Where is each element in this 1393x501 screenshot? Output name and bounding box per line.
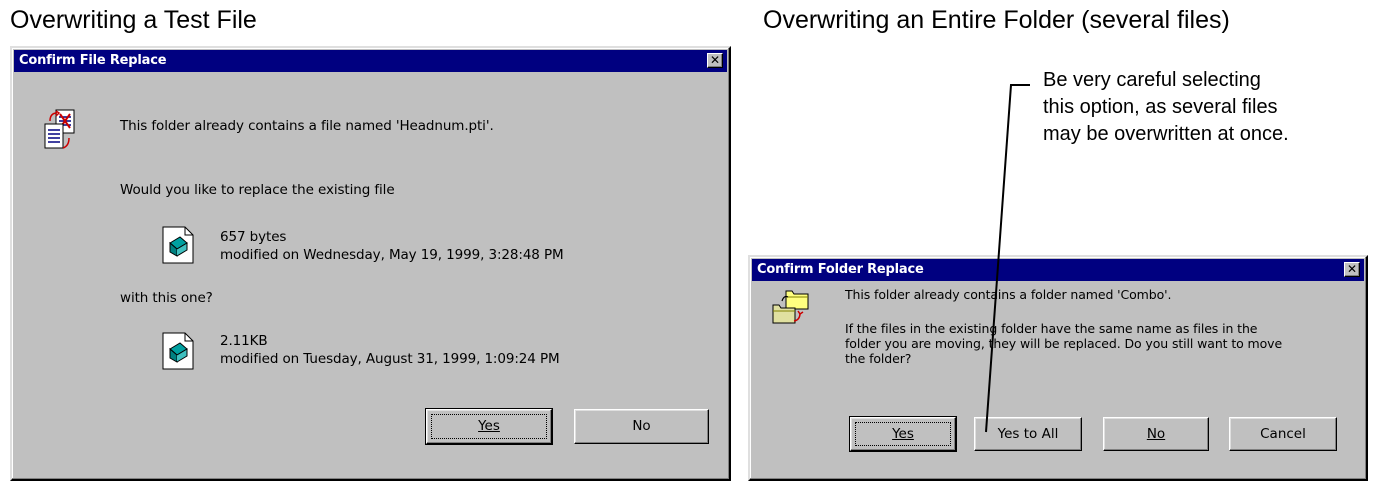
annotation-callout-line bbox=[985, 84, 1030, 433]
